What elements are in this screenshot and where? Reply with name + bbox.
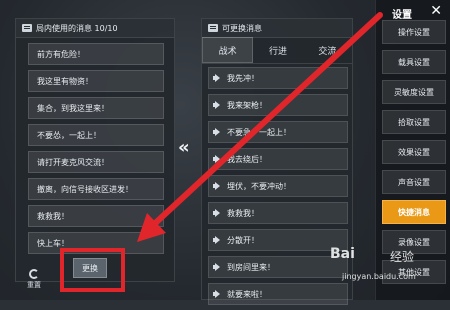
replaceable-message-item[interactable]: 到房间里来！ <box>208 256 348 278</box>
watermark-text: 经验 <box>390 250 415 264</box>
replaceable-message-item[interactable]: 不要急，一起上！ <box>208 121 348 143</box>
chat-bubble-icon <box>22 24 32 32</box>
reset-label: 重置 <box>27 281 41 289</box>
settings-item-sensitivity[interactable]: 灵敏度设置 <box>382 80 446 104</box>
tab-move[interactable]: 行进 <box>253 37 302 63</box>
in-game-message-item[interactable]: 不要怂，一起上！ <box>28 124 164 146</box>
replaceable-message-item[interactable]: 我来架枪！ <box>208 94 348 116</box>
settings-item-pickup[interactable]: 拾取设置 <box>382 110 446 134</box>
replaceable-message-item[interactable]: 救救我！ <box>208 202 348 224</box>
in-game-messages-title: 局内使用的消息 10/10 <box>36 23 118 33</box>
chat-bubble-icon <box>208 24 218 32</box>
replaceable-messages-header: 可更换消息 <box>202 19 352 38</box>
in-game-message-item[interactable]: 撤离，向信号接收区进发！ <box>28 178 164 200</box>
message-category-tabs: 战术 行进 交流 <box>202 37 352 64</box>
replaceable-message-item[interactable]: 就要来啦！ <box>208 283 348 305</box>
settings-item-effects[interactable]: 效果设置 <box>382 140 446 164</box>
settings-item-quick-message[interactable]: 快捷消息 <box>382 200 446 224</box>
replaceable-messages-list: 我先冲！ 我来架枪！ 不要急，一起上！ 我去绕后！ 埋伏，不要冲动！ 救救我！ … <box>208 67 348 310</box>
in-game-message-item[interactable]: 我这里有物资！ <box>28 70 164 92</box>
speaker-icon <box>213 236 221 244</box>
in-game-message-item[interactable]: 请打开麦克风交流！ <box>28 151 164 173</box>
watermark-logo: Bai <box>330 246 355 262</box>
reset-button[interactable]: 重置 <box>24 269 44 295</box>
tab-communicate[interactable]: 交流 <box>303 37 352 63</box>
in-game-message-item[interactable]: 救救我！ <box>28 205 164 227</box>
settings-title: 设置 <box>392 10 412 21</box>
replaceable-message-item[interactable]: 我去绕后！ <box>208 148 348 170</box>
in-game-messages-panel: 局内使用的消息 10/10 前方有危险！ 我这里有物资！ 集合，到我这里来！ 不… <box>15 18 175 289</box>
double-left-chevron-icon[interactable]: « <box>178 137 190 158</box>
watermark-url: jingyan.baidu.com <box>342 272 416 281</box>
speaker-icon <box>213 128 221 136</box>
in-game-message-item[interactable]: 集合，到我这里来！ <box>28 97 164 119</box>
change-button-highlight <box>60 248 125 292</box>
watermark: Bai 经验 jingyan.baidu.com <box>330 246 440 290</box>
speaker-icon <box>213 74 221 82</box>
settings-item-sound[interactable]: 声音设置 <box>382 170 446 194</box>
in-game-messages-list: 前方有危险！ 我这里有物资！ 集合，到我这里来！ 不要怂，一起上！ 请打开麦克风… <box>28 43 164 259</box>
speaker-icon <box>213 155 221 163</box>
in-game-messages-header: 局内使用的消息 10/10 <box>16 19 174 38</box>
speaker-icon <box>213 182 221 190</box>
replaceable-message-item[interactable]: 埋伏，不要冲动！ <box>208 175 348 197</box>
tab-tactics[interactable]: 战术 <box>202 37 254 63</box>
speaker-icon <box>213 290 221 298</box>
refresh-icon <box>29 269 39 279</box>
speaker-icon <box>213 263 221 271</box>
settings-item-controls[interactable]: 操作设置 <box>382 20 446 44</box>
replaceable-messages-title: 可更换消息 <box>222 23 262 33</box>
speaker-icon <box>213 209 221 217</box>
replaceable-message-item[interactable]: 分散开！ <box>208 229 348 251</box>
in-game-message-item[interactable]: 前方有危险！ <box>28 43 164 65</box>
replaceable-message-item[interactable]: 我先冲！ <box>208 67 348 89</box>
close-icon[interactable]: ✕ <box>430 3 442 19</box>
settings-item-vehicle[interactable]: 载具设置 <box>382 50 446 74</box>
speaker-icon <box>213 101 221 109</box>
